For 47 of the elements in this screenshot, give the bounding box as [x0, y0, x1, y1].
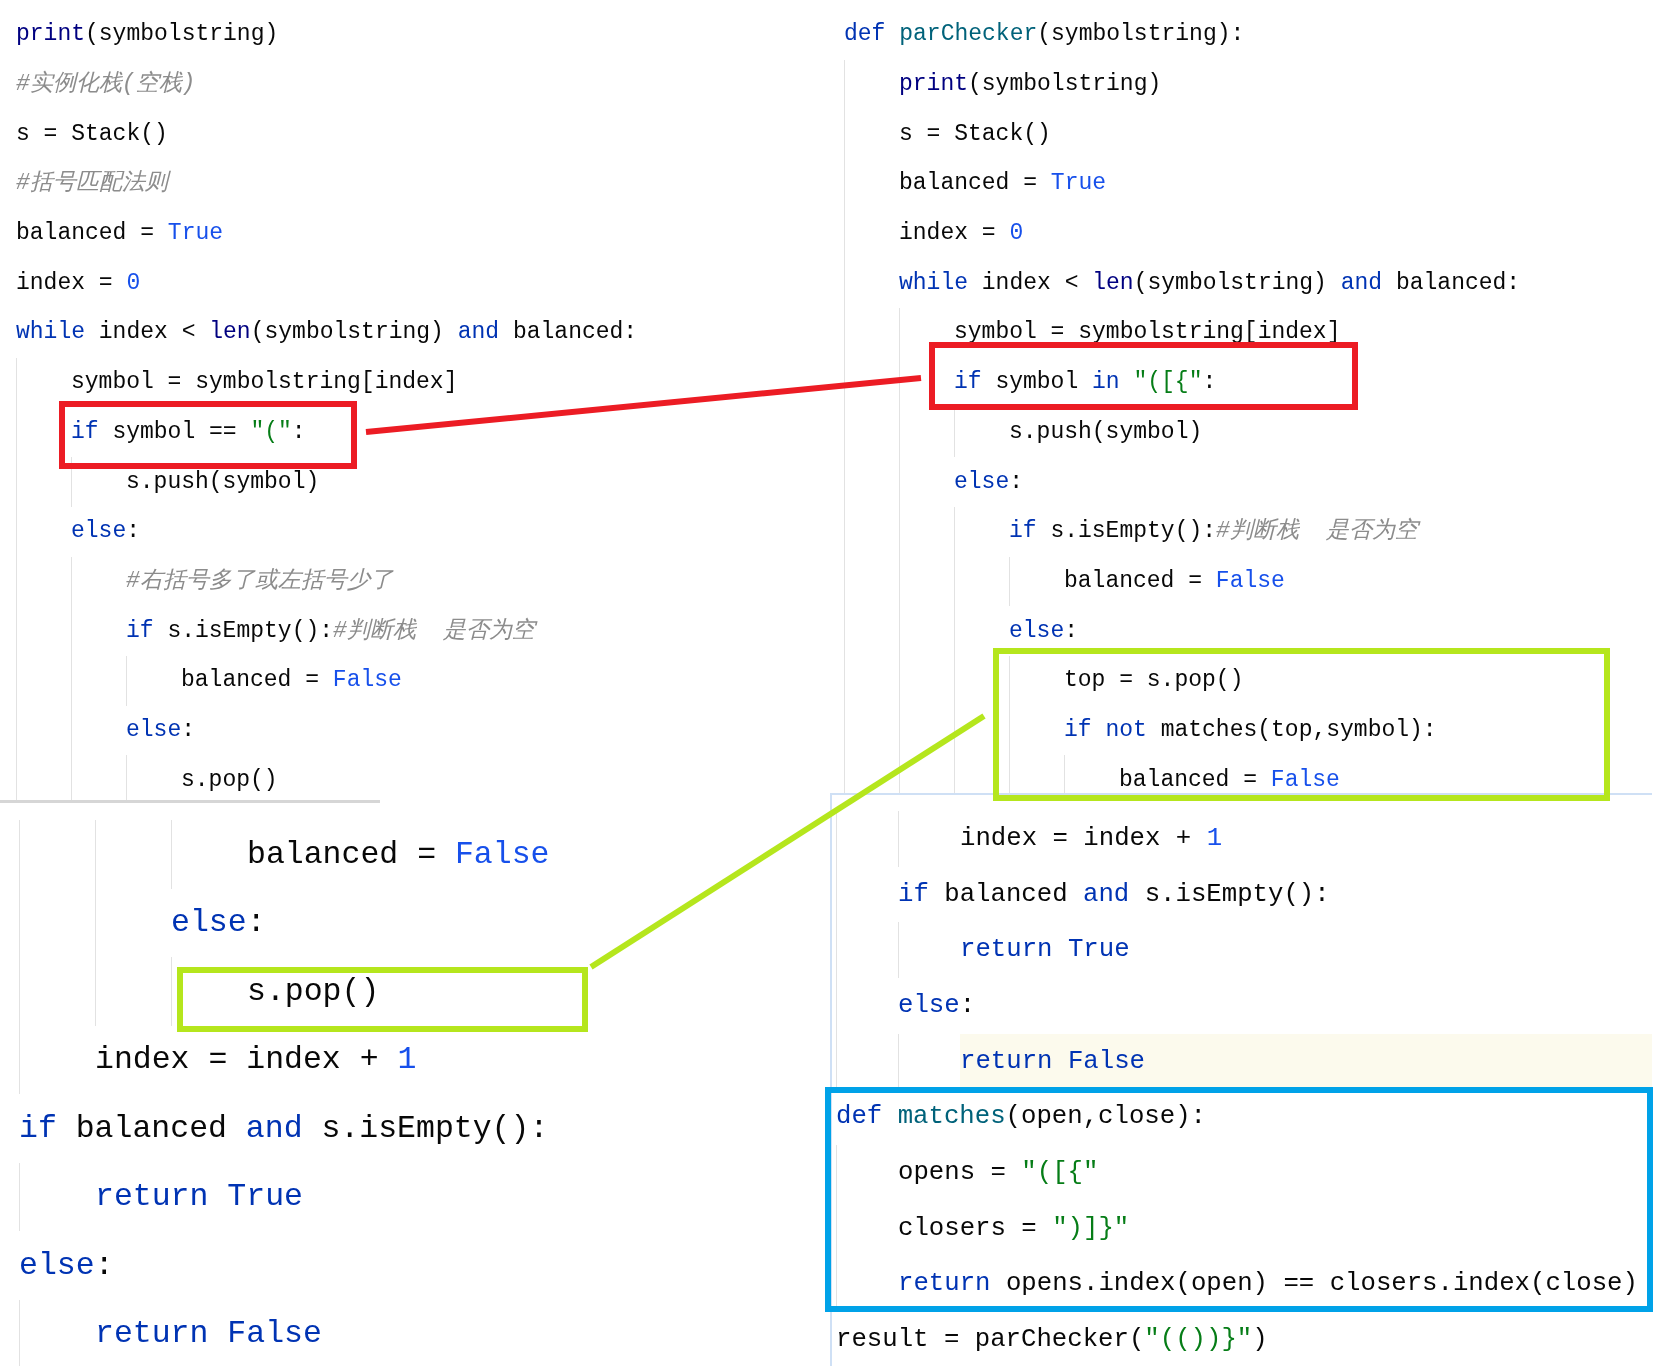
code-line: if symbol in "([{": — [954, 371, 1217, 395]
code-line: s = Stack() — [899, 122, 1051, 146]
code-line: index = 0 — [16, 271, 141, 295]
code-line: closers = ")]}" — [898, 1215, 1130, 1242]
code-line: else: — [954, 470, 1024, 494]
code-line: if balanced and s.isEmpty(): — [19, 1112, 549, 1144]
code-line: return True — [95, 1181, 303, 1213]
code-line: else: — [71, 520, 141, 544]
code-line: balanced = True — [899, 172, 1107, 196]
code-line: s.pop() — [181, 768, 278, 792]
code-line: opens = "([{" — [898, 1160, 1099, 1186]
code-line: result = parChecker("(())}") — [836, 1327, 1268, 1353]
code-line: s.push(symbol) — [1009, 420, 1203, 444]
code-line: index = index + 1 — [95, 1044, 417, 1076]
code-line: if balanced and s.isEmpty(): — [898, 881, 1330, 908]
code-line: balanced = False — [1064, 569, 1285, 593]
code-line: top = s.pop() — [1064, 669, 1244, 693]
code-line: s.pop() — [247, 975, 380, 1007]
code-line: print(symbolstring) — [16, 23, 279, 47]
code-line: else: — [126, 718, 196, 742]
code-line: balanced = True — [16, 222, 224, 246]
code-line: if not matches(top,symbol): — [1064, 718, 1437, 742]
code-line: else: — [171, 907, 266, 939]
code-line: else: — [1009, 619, 1079, 643]
code-line: symbol = symbolstring[index] — [71, 371, 458, 395]
code-line: def matches(open,close): — [836, 1104, 1206, 1131]
code-line: else: — [898, 993, 976, 1019]
code-line: def parChecker(symbolstring): — [844, 23, 1245, 47]
code-line: #右括号多了或左括号少了 — [126, 569, 393, 593]
code-line: return opens.index(open) == closers.index(close) — [898, 1271, 1638, 1298]
code-line: return False — [960, 1048, 1145, 1075]
code-line: symbol = symbolstring[index] — [954, 321, 1341, 345]
code-line: while index < len(symbolstring) and balanced: — [16, 321, 638, 345]
code-line: if symbol == "(": — [71, 420, 306, 444]
code-line: index = index + 1 — [960, 826, 1223, 852]
code-line: return False — [95, 1318, 322, 1350]
code-line: print(symbolstring) — [899, 73, 1162, 97]
code-line: balanced = False — [247, 838, 550, 870]
code-line: while index < len(symbolstring) and balanced: — [899, 271, 1521, 295]
code-line: index = 0 — [899, 222, 1024, 246]
code-line: if s.isEmpty():#判断栈 是否为空 — [126, 619, 536, 643]
code-line: s.push(symbol) — [126, 470, 320, 494]
code-line: s = Stack() — [16, 122, 168, 146]
code-line: else: — [19, 1249, 114, 1281]
code-line: balanced = False — [181, 669, 402, 693]
code-line: return True — [960, 937, 1130, 964]
code-line: balanced = False — [1119, 768, 1340, 792]
